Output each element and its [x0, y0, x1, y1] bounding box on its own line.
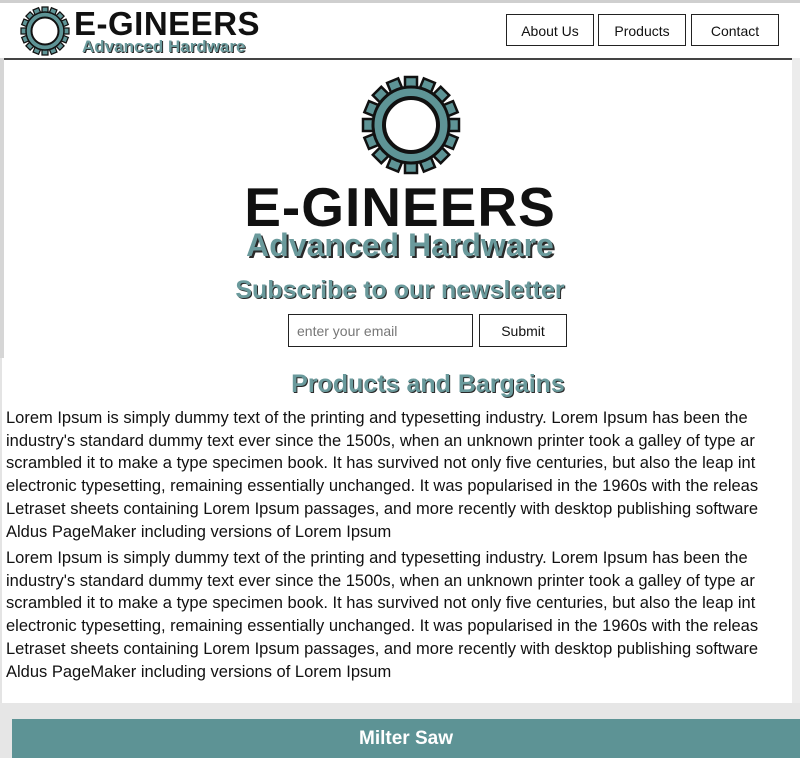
- paragraph-line: scrambled it to make a type specimen boo…: [6, 594, 756, 613]
- submit-button[interactable]: Submit: [479, 314, 567, 347]
- product-card-title: Milter Saw: [12, 719, 800, 758]
- paragraph-line: industry's standard dummy text ever sinc…: [6, 571, 755, 590]
- paragraph-line: Letraset sheets containing Lorem Ipsum p…: [6, 499, 759, 518]
- paragraph-line: electronic typesetting, remaining essent…: [6, 477, 759, 496]
- paragraph-line: Lorem Ipsum is simply dummy text of the …: [6, 409, 748, 427]
- paragraph-line: industry's standard dummy text ever sinc…: [6, 431, 755, 450]
- hero-gear-icon: [361, 75, 461, 175]
- products-paragraph-2: Lorem Ipsum is simply dummy text of the …: [6, 547, 800, 683]
- left-edge-shadow-lower: [0, 358, 2, 703]
- nav-products-button[interactable]: Products: [598, 14, 686, 46]
- nav-about-us-button[interactable]: About Us: [506, 14, 594, 46]
- paragraph-line: Lorem Ipsum is simply dummy text of the …: [6, 549, 748, 567]
- header-tagline: Advanced Hardware: [82, 37, 246, 56]
- header-brand-name[interactable]: E-GINEERS: [74, 7, 260, 40]
- logo-gear-icon[interactable]: [20, 6, 70, 56]
- products-heading: Products and Bargains: [291, 370, 565, 398]
- newsletter-heading: Subscribe to our newsletter: [235, 276, 565, 304]
- products-paragraph-1: Lorem Ipsum is simply dummy text of the …: [6, 407, 800, 543]
- paragraph-line: scrambled it to make a type specimen boo…: [6, 454, 756, 473]
- email-field[interactable]: [288, 314, 473, 347]
- paragraph-line: Aldus PageMaker including versions of Lo…: [6, 522, 392, 541]
- paragraph-line: Letraset sheets containing Lorem Ipsum p…: [6, 639, 759, 658]
- paragraph-line: Aldus PageMaker including versions of Lo…: [6, 662, 392, 681]
- paragraph-line: electronic typesetting, remaining essent…: [6, 617, 759, 636]
- nav-contact-button[interactable]: Contact: [691, 14, 779, 46]
- site-header: E-GINEERS Advanced Hardware About Us Pro…: [0, 3, 800, 60]
- hero-tagline: Advanced Hardware: [246, 227, 554, 263]
